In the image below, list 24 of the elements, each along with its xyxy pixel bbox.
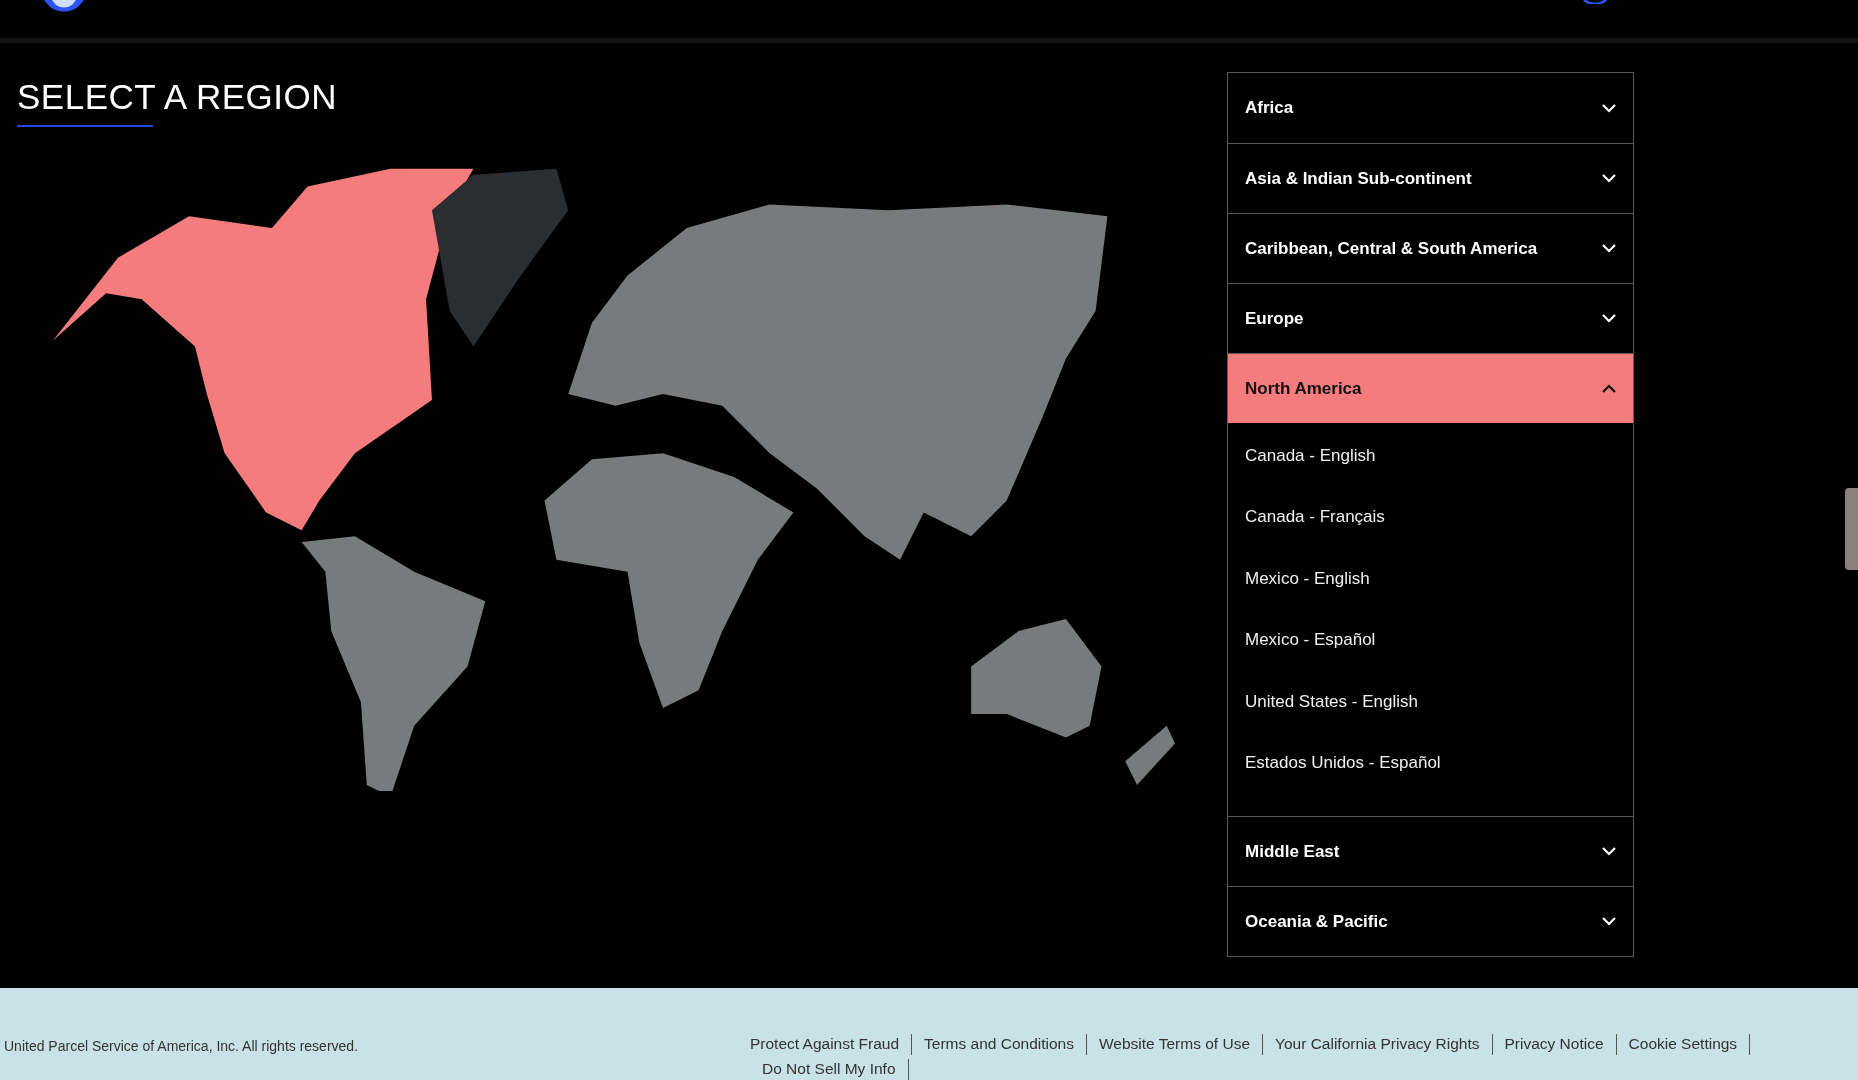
footer-link[interactable]: Privacy Notice (1492, 1034, 1617, 1055)
country-link[interactable]: Mexico - English (1228, 548, 1633, 610)
copyright-text: United Parcel Service of America, Inc. All rights reserved. (4, 1038, 360, 1056)
footer-link[interactable]: Your California Privacy Rights (1263, 1034, 1493, 1055)
footer-link[interactable]: Website Terms of Use (1087, 1034, 1264, 1055)
chevron-down-icon (1602, 103, 1616, 113)
footer-link[interactable]: Cookie Settings (1616, 1034, 1751, 1055)
chevron-down-icon (1602, 244, 1616, 253)
country-link[interactable]: Canada - Français (1228, 486, 1633, 548)
chevron-down-icon (1602, 314, 1616, 323)
page-title: SELECT A REGION (17, 77, 338, 117)
country-link[interactable]: Estados Unidos - Español (1228, 732, 1633, 794)
country-link[interactable]: Mexico - Español (1228, 609, 1633, 671)
chevron-down-icon (1602, 174, 1616, 183)
chevron-down-icon (1602, 917, 1616, 926)
chevron-down-icon (1602, 847, 1616, 856)
country-link[interactable]: Canada - English (1228, 425, 1633, 487)
footer-link[interactable]: Do Not Sell My Info (750, 1059, 909, 1080)
footer-link[interactable]: Terms and Conditions (912, 1034, 1087, 1055)
country-link[interactable]: United States - English (1228, 671, 1633, 733)
region-header[interactable]: North America (1228, 353, 1633, 423)
shield-logo-icon[interactable] (42, 0, 86, 14)
chevron-up-icon (1602, 384, 1616, 393)
footer-link[interactable]: Protect Against Fraud (750, 1034, 913, 1055)
